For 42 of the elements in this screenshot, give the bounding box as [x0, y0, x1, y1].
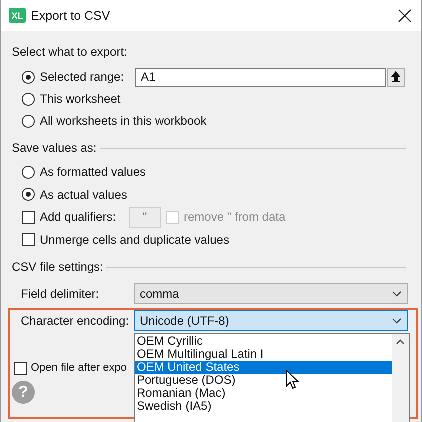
list-item[interactable]: Romanian (Mac): [135, 387, 392, 400]
chevron-down-icon: [392, 290, 402, 296]
checkbox[interactable]: [14, 362, 27, 374]
list-item[interactable]: OEM Cyrillic: [135, 335, 392, 348]
checkbox[interactable]: [22, 233, 35, 246]
radio-button[interactable]: [22, 166, 35, 179]
option-label: As actual values: [40, 188, 128, 202]
option-label: As formatted values: [40, 165, 146, 180]
field-label: Field delimiter:: [21, 286, 100, 300]
window-title: Export to CSV: [31, 8, 112, 22]
section-heading: Select what to export:: [12, 45, 128, 59]
radio-button[interactable]: [22, 70, 35, 84]
qualifier-field[interactable]: ": [129, 206, 161, 228]
option-label: Open file after expo: [31, 362, 128, 374]
option-label: This worksheet: [40, 92, 121, 106]
checkbox[interactable]: [22, 210, 35, 224]
dropdown[interactable]: comma: [134, 283, 408, 304]
list-item[interactable]: Portuguese (DOS): [135, 374, 392, 387]
mouse-cursor-icon: [286, 370, 299, 390]
list-item[interactable]: OEM United States: [135, 361, 392, 374]
section-heading: Save values as:: [12, 141, 97, 155]
option-label: Add qualifiers:: [40, 210, 118, 224]
option-label: Selected range:: [40, 70, 126, 84]
range-field[interactable]: A1: [135, 68, 386, 86]
radio-button[interactable]: [22, 92, 35, 106]
radio-button[interactable]: [22, 114, 35, 128]
list-item[interactable]: Swedish (IA5): [135, 400, 392, 413]
collapse-button[interactable]: [387, 68, 405, 86]
chevron-down-icon: [392, 318, 402, 324]
radio-button[interactable]: [22, 188, 35, 202]
section-heading: CSV file settings:: [12, 260, 104, 274]
option-label: remove " from data: [184, 210, 286, 224]
dropdown[interactable]: Unicode (UTF-8): [134, 310, 408, 331]
scrollbar[interactable]: [392, 334, 409, 422]
app-logo: XL: [9, 8, 26, 23]
up-arrow-icon: [391, 71, 401, 83]
option-label: All worksheets in this workbook: [40, 114, 207, 128]
field-label: Character encoding:: [21, 314, 130, 328]
close-icon[interactable]: [398, 8, 412, 22]
list-item[interactable]: OEM Multilingual Latin I: [135, 348, 392, 361]
chevron-up-icon: [396, 339, 405, 345]
option-label: Unmerge cells and duplicate values: [40, 232, 230, 247]
